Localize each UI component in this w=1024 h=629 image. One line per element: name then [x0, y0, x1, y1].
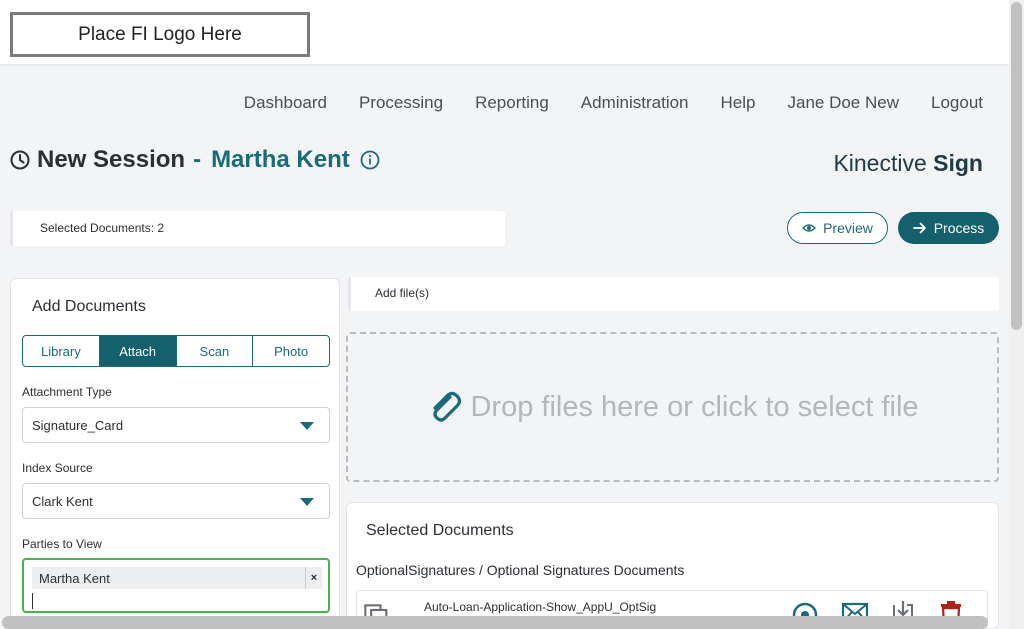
- tab-photo[interactable]: Photo: [253, 336, 329, 366]
- chevron-down-icon: [300, 422, 314, 430]
- text-cursor: [32, 593, 33, 609]
- dropzone-text: Drop files here or click to select file: [470, 390, 919, 423]
- index-source-select[interactable]: Clark Kent: [22, 483, 330, 519]
- nav-administration[interactable]: Administration: [581, 93, 689, 113]
- add-files-label: Add file(s): [375, 286, 430, 300]
- add-documents-title: Add Documents: [32, 298, 146, 315]
- process-button[interactable]: Process: [898, 212, 999, 244]
- party-chip: Martha Kent ×: [32, 567, 322, 589]
- tab-attach[interactable]: Attach: [99, 336, 177, 366]
- logo-text: Place FI Logo Here: [78, 23, 242, 45]
- preview-button[interactable]: Preview: [787, 212, 888, 244]
- document-name: Auto-Loan-Application-Show_AppU_OptSig: [424, 600, 657, 614]
- info-icon[interactable]: [360, 150, 380, 170]
- main-nav: Dashboard Processing Reporting Administr…: [212, 93, 983, 113]
- nav-help[interactable]: Help: [721, 93, 756, 113]
- nav-processing[interactable]: Processing: [359, 93, 443, 113]
- vertical-scrollbar[interactable]: [1009, 0, 1024, 629]
- source-tabs: Library Attach Scan Photo: [22, 335, 330, 367]
- file-dropzone[interactable]: Drop files here or click to select file: [346, 332, 999, 482]
- arrow-right-icon: [912, 222, 926, 234]
- attachment-type-select[interactable]: Signature_Card: [22, 407, 330, 443]
- chevron-down-icon: [300, 498, 314, 506]
- paperclip-icon: [433, 391, 462, 422]
- nav-reporting[interactable]: Reporting: [475, 93, 549, 113]
- document-group-label: OptionalSignatures / Optional Signatures…: [356, 562, 685, 578]
- session-customer-name: Martha Kent: [211, 146, 350, 173]
- clock-icon: [10, 150, 30, 170]
- brand-logo: Kinective Sign: [833, 150, 983, 177]
- brand-name-bold: Sign: [933, 150, 983, 176]
- add-files-bar: Add file(s): [348, 277, 999, 311]
- nav-user-menu[interactable]: Jane Doe New: [787, 93, 899, 113]
- selected-documents-panel: Selected Documents OptionalSignatures / …: [346, 502, 999, 629]
- tab-library[interactable]: Library: [23, 336, 100, 366]
- brand-name-light: Kinective: [833, 150, 927, 176]
- parties-to-view-input[interactable]: Martha Kent ×: [22, 558, 330, 613]
- party-chip-label: Martha Kent: [39, 571, 110, 586]
- eye-icon: [802, 224, 817, 232]
- horizontal-scroll-thumb[interactable]: [2, 616, 988, 629]
- index-source-label: Index Source: [22, 461, 93, 475]
- preview-label: Preview: [823, 220, 873, 236]
- add-documents-panel: Add Documents Library Attach Scan Photo …: [10, 278, 340, 629]
- tab-scan[interactable]: Scan: [177, 336, 254, 366]
- nav-dashboard[interactable]: Dashboard: [244, 93, 327, 113]
- page-title-row: New Session - Martha Kent: [10, 146, 380, 174]
- selected-documents-title: Selected Documents: [366, 522, 514, 539]
- nav-logout[interactable]: Logout: [931, 93, 983, 113]
- attachment-type-value: Signature_Card: [32, 418, 124, 433]
- parties-to-view-label: Parties to View: [22, 537, 102, 551]
- title-separator: -: [193, 146, 202, 173]
- selected-documents-count: Selected Documents: 2: [10, 211, 505, 246]
- remove-chip-icon[interactable]: ×: [305, 567, 322, 589]
- index-source-value: Clark Kent: [32, 494, 93, 509]
- process-label: Process: [933, 220, 985, 236]
- top-bar: Place FI Logo Here: [0, 0, 1009, 64]
- page-title: New Session: [37, 146, 186, 173]
- fi-logo-placeholder: Place FI Logo Here: [10, 12, 310, 57]
- vertical-scroll-thumb[interactable]: [1011, 2, 1022, 330]
- attachment-type-label: Attachment Type: [22, 385, 112, 399]
